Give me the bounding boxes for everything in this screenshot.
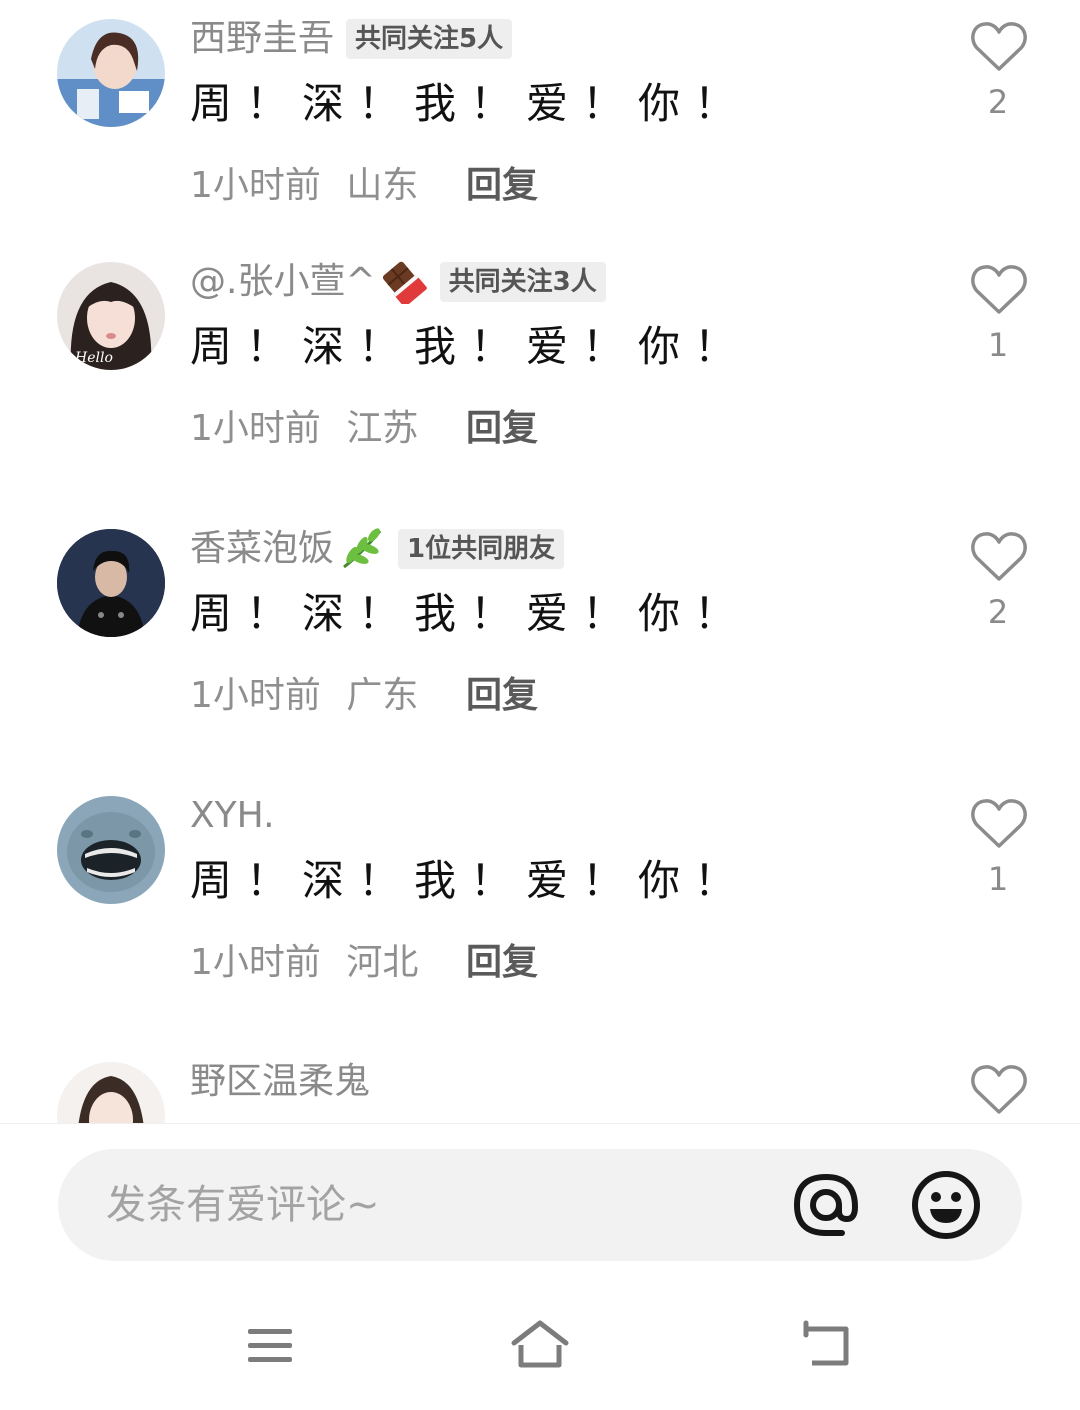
comment-location: 广东 bbox=[346, 675, 419, 716]
comment-time: 1小时前 bbox=[190, 165, 321, 206]
reply-button[interactable]: 回复 bbox=[466, 164, 538, 208]
comment-input-placeholder[interactable]: 发条有爱评论~ bbox=[106, 1181, 380, 1229]
comment-time: 1小时前 bbox=[190, 675, 321, 716]
reply-button[interactable]: 回复 bbox=[466, 941, 538, 985]
like-button[interactable] bbox=[970, 798, 1028, 850]
like-count: 2 bbox=[987, 83, 1009, 121]
username[interactable]: 野区温柔鬼 bbox=[190, 1060, 370, 1104]
comment-meta: 1小时前 广东 bbox=[190, 674, 418, 718]
comment-location: 江苏 bbox=[346, 408, 419, 449]
like-button[interactable] bbox=[970, 264, 1028, 316]
herb-icon bbox=[338, 527, 386, 571]
heart-icon[interactable] bbox=[970, 531, 1028, 583]
comment-input[interactable]: 发条有爱评论~ bbox=[58, 1149, 1022, 1261]
reply-button[interactable]: 回复 bbox=[466, 674, 538, 718]
avatar[interactable] bbox=[57, 19, 165, 127]
like-count: 1 bbox=[987, 326, 1009, 364]
heart-icon[interactable] bbox=[970, 798, 1028, 850]
heart-icon[interactable] bbox=[970, 1064, 1028, 1116]
like-count: 2 bbox=[987, 593, 1009, 631]
comment-text[interactable]: 周！深！我！爱！你！ bbox=[190, 78, 750, 130]
mutual-follow-badge: 共同关注3人 bbox=[439, 262, 606, 302]
username[interactable]: XYH. bbox=[190, 794, 275, 838]
like-button[interactable] bbox=[970, 531, 1028, 583]
comment-item: XYH. 周！深！我！爱！你！ 1小时前 河北 回复 1 bbox=[0, 777, 1080, 1017]
like-button[interactable] bbox=[970, 21, 1028, 73]
reply-button[interactable]: 回复 bbox=[466, 407, 538, 451]
avatar[interactable] bbox=[57, 796, 165, 904]
comment-time: 1小时前 bbox=[190, 408, 321, 449]
avatar[interactable] bbox=[57, 529, 165, 637]
comment-meta: 1小时前 河北 bbox=[190, 941, 418, 985]
comment-item: 西野圭吾 共同关注5人 周！深！我！爱！你！ 1小时前 山东 回复 2 bbox=[0, 0, 1080, 240]
avatar[interactable]: Hello bbox=[57, 262, 165, 370]
comment-meta: 1小时前 江苏 bbox=[190, 407, 418, 451]
heart-icon[interactable] bbox=[970, 264, 1028, 316]
comment-item: Hello @.张小萱^ 共同关注3人 周！深！我！爱！你！ 1小时前 江苏 回… bbox=[0, 243, 1080, 483]
username-text[interactable]: 野区温柔鬼 bbox=[190, 1060, 370, 1104]
username-text[interactable]: 西野圭吾 bbox=[190, 17, 334, 61]
comment-text[interactable]: 周！深！我！爱！你！ bbox=[190, 321, 750, 373]
comment-meta: 1小时前 山东 bbox=[190, 164, 418, 208]
svg-text:Hello: Hello bbox=[74, 350, 113, 366]
heart-icon[interactable] bbox=[970, 21, 1028, 73]
at-icon[interactable] bbox=[790, 1169, 862, 1241]
comment-location: 河北 bbox=[346, 942, 419, 983]
comment-time: 1小时前 bbox=[190, 942, 321, 983]
comment-text[interactable]: 周！深！我！爱！你！ bbox=[190, 588, 750, 640]
username-text[interactable]: @.张小萱^ bbox=[190, 260, 376, 304]
smiley-icon[interactable] bbox=[910, 1169, 982, 1241]
username[interactable]: 香菜泡饭 1位共同朋友 bbox=[190, 527, 565, 571]
comment-location: 山东 bbox=[346, 165, 419, 206]
comment-text[interactable]: 周！深！我！爱！你！ bbox=[190, 855, 750, 907]
comment-item: 香菜泡饭 1位共同朋友 周！深！我！爱！你！ 1小时前 广东 回复 2 bbox=[0, 510, 1080, 750]
like-button[interactable] bbox=[970, 1064, 1028, 1116]
back-icon[interactable] bbox=[794, 1319, 858, 1373]
username[interactable]: 西野圭吾 共同关注5人 bbox=[190, 17, 513, 61]
mutual-follow-badge: 共同关注5人 bbox=[346, 19, 513, 59]
system-navbar bbox=[0, 1283, 1080, 1410]
like-count: 1 bbox=[987, 860, 1009, 898]
chocolate-bar-icon bbox=[380, 260, 428, 307]
comment-input-area: 发条有爱评论~ bbox=[0, 1123, 1080, 1283]
username-text[interactable]: XYH. bbox=[190, 794, 275, 838]
username-text[interactable]: 香菜泡饭 bbox=[190, 527, 334, 571]
username[interactable]: @.张小萱^ 共同关注3人 bbox=[190, 260, 606, 307]
menu-icon[interactable] bbox=[238, 1319, 302, 1373]
comments-screen: 西野圭吾 共同关注5人 周！深！我！爱！你！ 1小时前 山东 回复 2 Hell… bbox=[0, 0, 1080, 1410]
home-icon[interactable] bbox=[508, 1319, 572, 1373]
mutual-friend-badge: 1位共同朋友 bbox=[398, 529, 565, 569]
